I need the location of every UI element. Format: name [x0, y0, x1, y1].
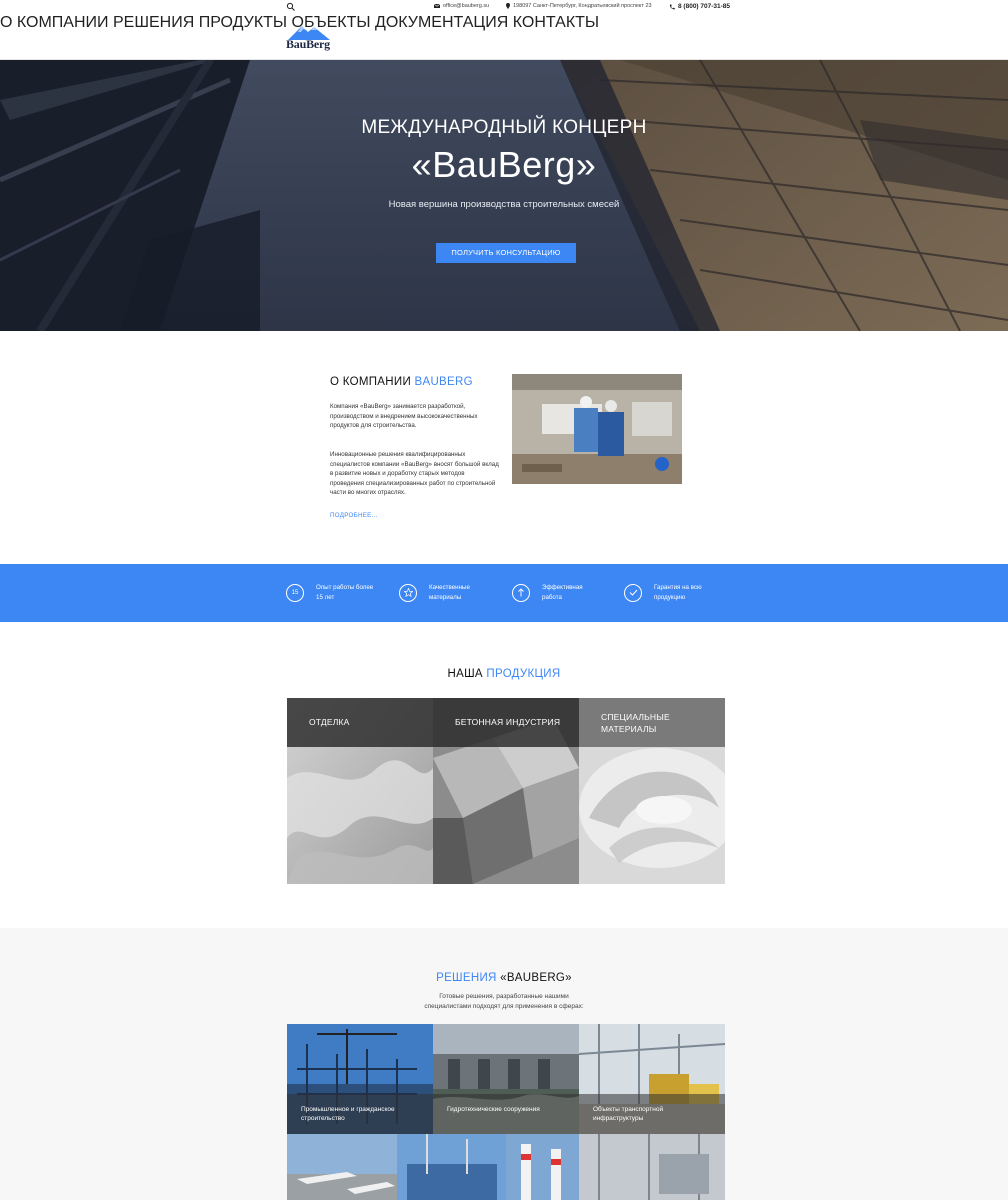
products-title-plain: НАША: [447, 668, 487, 680]
hero-subtitle: Новая вершина производства строительных …: [388, 199, 620, 210]
feature-experience: 15 Опыт работы более 15 лет: [286, 583, 376, 602]
nav-item-about[interactable]: О КОМПАНИИ: [0, 14, 109, 31]
product-caption: СПЕЦИАЛЬНЫЕ МАТЕРИАЛЫ: [579, 698, 725, 747]
logo-text: BauBerg: [286, 37, 330, 51]
solutions-subtitle: Готовые решения, разработанные нашими сп…: [0, 992, 1008, 1011]
solution-caption: Гидротехнические сооружения: [433, 1094, 579, 1134]
about-paragraph-1: Компания «BauBerg» занимается разработко…: [330, 403, 478, 430]
solution-card-construction[interactable]: Промышленное и гражданское строительство: [287, 1024, 433, 1134]
feature-quality: Качественные материалы: [399, 583, 489, 602]
address-text: 198097 Санкт-Петербург, Кондратьевский п…: [513, 3, 652, 9]
about-more-link[interactable]: ПОДРОБНЕЕ...: [330, 512, 378, 519]
solution-card-port[interactable]: [397, 1134, 506, 1200]
solution-card-energy[interactable]: [506, 1134, 579, 1200]
solutions-title-accent: РЕШЕНИЯ: [436, 972, 497, 984]
logo[interactable]: BauBerg: [284, 24, 334, 52]
about-title-plain: О КОМПАНИИ: [330, 376, 415, 388]
feature-label: Гарантия на всю продукцию: [654, 584, 702, 601]
main-header: BauBerg О КОМПАНИИ РЕШЕНИЯ ПРОДУКТЫ ОБЪЕ…: [0, 14, 1008, 60]
check-icon: [624, 583, 642, 602]
email-contact[interactable]: office@bauberg.su: [434, 3, 489, 9]
feature-efficiency: Эффективная работа: [512, 583, 602, 602]
star-icon: [399, 583, 417, 602]
consultation-button[interactable]: ПОЛУЧИТЬ КОНСУЛЬТАЦИЮ: [436, 243, 576, 263]
top-bar: office@bauberg.su 198097 Санкт-Петербург…: [0, 0, 1008, 14]
email-text: office@bauberg.su: [443, 3, 490, 9]
product-caption: БЕТОННАЯ ИНДУСТРИЯ: [433, 698, 579, 747]
nav-item-products[interactable]: ПРОДУКТЫ: [199, 14, 287, 31]
products-title-accent: ПРОДУКЦИЯ: [486, 668, 561, 680]
arrow-up-icon: [512, 583, 530, 602]
solutions-title-plain: «BAUBERG»: [496, 972, 572, 984]
product-card-finishing[interactable]: ОТДЕЛКА: [287, 698, 433, 884]
solution-caption: Объекты транспортной инфраструктуры: [579, 1094, 725, 1134]
location-pin-icon: [506, 3, 510, 9]
phone-icon: [669, 4, 675, 9]
hero-banner: МЕЖДУНАРОДНЫЙ КОНЦЕРН «BauBerg» Новая ве…: [0, 60, 1008, 331]
solution-card-hydro[interactable]: Гидротехнические сооружения: [433, 1024, 579, 1134]
product-caption: ОТДЕЛКА: [287, 698, 433, 747]
solution-card-airport[interactable]: [287, 1134, 397, 1200]
about-title-accent: BAUBERG: [414, 376, 473, 388]
about-paragraph-2: Инновационные решения квалифицированных …: [330, 451, 499, 497]
hero-overlay: [0, 60, 1008, 331]
hero-title-line1: МЕЖДУНАРОДНЫЙ КОНЦЕРН: [361, 117, 647, 138]
nav-item-documentation[interactable]: ДОКУМЕНТАЦИЯ: [375, 14, 508, 31]
phone-contact[interactable]: 8 (800) 707-31-85: [669, 3, 730, 10]
address-contact: 198097 Санкт-Петербург, Кондратьевский п…: [506, 3, 652, 9]
feature-label: Опыт работы более 15 лет: [316, 584, 374, 601]
main-nav: О КОМПАНИИ РЕШЕНИЯ ПРОДУКТЫ ОБЪЕКТЫ ДОКУ…: [0, 14, 1008, 32]
solution-caption: Промышленное и гражданское строительство: [287, 1094, 433, 1134]
nav-item-solutions[interactable]: РЕШЕНИЯ: [113, 14, 194, 31]
product-card-concrete[interactable]: БЕТОННАЯ ИНДУСТРИЯ: [433, 698, 579, 884]
factory-interior-image: [579, 1134, 725, 1200]
products-title: НАША ПРОДУКЦИЯ: [0, 668, 1008, 680]
feature-label: Эффективная работа: [542, 584, 583, 601]
solutions-subtitle-text: Готовые решения, разработанные нашими сп…: [424, 993, 584, 1010]
feature-label: Качественные материалы: [429, 584, 470, 601]
product-card-special[interactable]: СПЕЦИАЛЬНЫЕ МАТЕРИАЛЫ: [579, 698, 725, 884]
power-plant-image: [506, 1134, 579, 1200]
solution-card-transport[interactable]: Объекты транспортной инфраструктуры: [579, 1024, 725, 1134]
feature-guarantee: Гарантия на всю продукцию: [624, 583, 714, 602]
airport-image: [287, 1134, 397, 1200]
badge-15-icon: 15: [286, 583, 304, 602]
port-image: [397, 1134, 506, 1200]
solution-card-industrial[interactable]: [579, 1134, 725, 1200]
mail-icon: [434, 4, 440, 8]
hero-title-line2: «BauBerg»: [411, 144, 597, 185]
about-title: О КОМПАНИИ BAUBERG: [330, 376, 473, 388]
about-workers-image: [512, 374, 682, 484]
phone-text: 8 (800) 707-31-85: [678, 3, 731, 10]
features-band: 15 Опыт работы более 15 лет Качественные…: [0, 564, 1008, 622]
search-icon[interactable]: [286, 2, 296, 12]
nav-item-contacts[interactable]: КОНТАКТЫ: [513, 14, 599, 31]
solutions-title: РЕШЕНИЯ «BAUBERG»: [0, 972, 1008, 984]
